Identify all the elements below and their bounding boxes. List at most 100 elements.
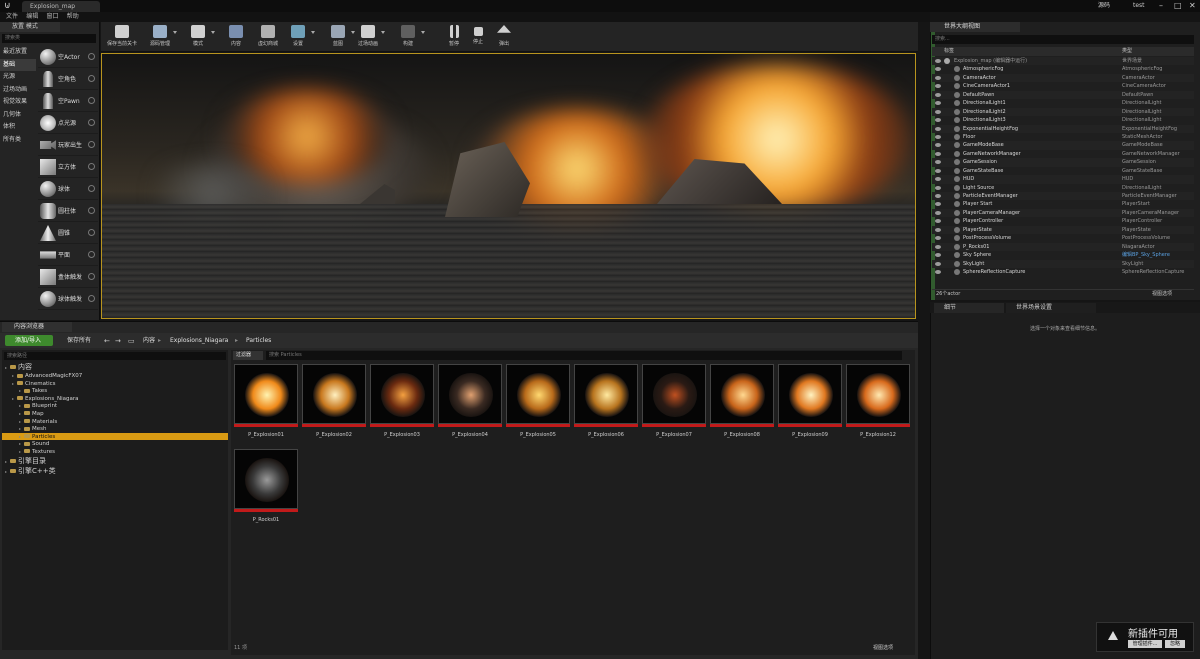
filter-button[interactable]: 过滤器 — [233, 351, 263, 360]
visibility-eye-icon[interactable] — [935, 151, 941, 156]
asset-tile[interactable]: P_Explosion01 — [234, 364, 298, 438]
visibility-eye-icon[interactable] — [935, 67, 941, 72]
visibility-eye-icon[interactable] — [935, 269, 941, 274]
asset-tile[interactable]: P_Explosion09 — [778, 364, 842, 438]
outliner-row[interactable]: DefaultPawn DefaultPawn — [932, 90, 1194, 100]
visibility-eye-icon[interactable] — [935, 185, 941, 190]
outliner-row[interactable]: Sky Sphere 编辑BP_Sky_Sphere — [932, 251, 1194, 259]
visibility-eye-icon[interactable] — [935, 210, 941, 215]
outliner-row[interactable]: DirectionalLight1 DirectionalLight — [932, 99, 1194, 107]
outliner-row-type[interactable]: 编辑BP_Sky_Sphere — [1122, 251, 1170, 259]
level-tab[interactable]: Explosion_map — [22, 1, 100, 12]
visibility-eye-icon[interactable] — [935, 244, 941, 249]
tab-details[interactable]: 细节 — [934, 303, 1004, 313]
mode-item[interactable]: 圆锥 — [38, 222, 98, 244]
folder-tree-item[interactable]: ▸ Textures — [2, 448, 228, 456]
mode-item[interactable]: 球体 — [38, 178, 98, 200]
chevron-down-icon[interactable] — [381, 31, 385, 34]
source-control-indicator[interactable]: 源码 — [1098, 1, 1110, 11]
outliner-row[interactable]: GameSession GameSession — [932, 158, 1194, 167]
visibility-eye-icon[interactable] — [935, 194, 941, 198]
outliner-row[interactable]: SphereReflectionCapture SphereReflectionC… — [932, 268, 1194, 276]
outliner-row[interactable]: DirectionalLight3 DirectionalLight — [932, 116, 1194, 124]
menu-window[interactable]: 窗口 — [47, 12, 59, 22]
outliner-col-label[interactable]: 标签 — [944, 47, 954, 56]
outliner-row[interactable]: SkyLight SkyLight — [932, 259, 1194, 268]
marketplace-button[interactable]: 虚幻商城 — [251, 23, 285, 51]
visibility-eye-icon[interactable] — [935, 75, 941, 80]
outliner-row[interactable]: ExponentialHeightFog ExponentialHeightFog — [932, 124, 1194, 133]
manage-plugins-button[interactable]: 管理插件... — [1128, 640, 1162, 648]
asset-tile[interactable]: P_Explosion12 — [846, 364, 910, 438]
add-import-button[interactable]: 添加/导入 — [5, 335, 53, 346]
mode-item[interactable]: 球体触发 — [38, 288, 98, 310]
outliner-row[interactable]: AtmosphericFog AtmosphericFog — [932, 65, 1194, 73]
outliner-row[interactable]: PostProcessVolume PostProcessVolume — [932, 234, 1194, 242]
folder-tree-item[interactable]: ▸ Cinematics — [2, 380, 228, 388]
folder-tree-item[interactable]: ▸ Takes — [2, 387, 228, 395]
mode-item[interactable]: 圆柱体 — [38, 200, 98, 222]
chevron-down-icon[interactable] — [311, 31, 315, 34]
build-button[interactable]: 构建 — [391, 23, 425, 51]
mode-category-4[interactable]: 视觉效果 — [0, 96, 36, 109]
visibility-eye-icon[interactable] — [935, 219, 941, 224]
chevron-down-icon[interactable] — [421, 31, 425, 34]
mode-category-1[interactable]: 基础 — [0, 58, 36, 71]
outliner-search-input[interactable]: 搜索... — [932, 35, 1194, 44]
visibility-eye-icon[interactable] — [935, 126, 941, 131]
asset-tile[interactable]: P_Explosion02 — [302, 364, 366, 438]
outliner-view-options[interactable]: 视图选项 — [1152, 290, 1172, 299]
nav-back-icon[interactable]: ← — [104, 337, 110, 345]
visibility-eye-icon[interactable] — [935, 92, 941, 97]
tab-world-settings[interactable]: 世界场景设置 — [1006, 303, 1096, 313]
folder-tree-item[interactable]: ▸ 内容 — [2, 362, 228, 372]
visibility-eye-icon[interactable] — [935, 84, 941, 89]
outliner-row[interactable]: PlayerCameraManager PlayerCameraManager — [932, 208, 1194, 218]
folder-tree-item[interactable]: ▸ Materials — [2, 418, 228, 426]
mode-item[interactable]: 点光源 — [38, 112, 98, 134]
settings-button[interactable]: 设置 — [281, 23, 315, 51]
visibility-eye-icon[interactable] — [935, 101, 941, 106]
level-viewport[interactable] — [101, 53, 916, 319]
folder-tree-item[interactable]: ▸ 引擎C++类 — [2, 466, 228, 476]
outliner-row[interactable]: ParticleEventManager ParticleEventManager — [932, 192, 1194, 201]
mode-item[interactable]: 空Pawn — [38, 90, 98, 112]
visibility-eye-icon[interactable] — [935, 109, 941, 114]
asset-tile[interactable]: P_Explosion03 — [370, 364, 434, 438]
folder-tree-item[interactable]: ▸ 引擎目录 — [2, 456, 228, 466]
outliner-row[interactable]: CameraActor CameraActor — [932, 73, 1194, 83]
nav-forward-icon[interactable]: → — [115, 337, 121, 345]
mode-item[interactable]: 玩家出生 — [38, 134, 98, 156]
visibility-eye-icon[interactable] — [935, 143, 941, 148]
mode-category-7[interactable]: 所有类 — [0, 134, 36, 147]
mode-item[interactable]: 平面 — [38, 244, 98, 266]
visibility-eye-icon[interactable] — [935, 261, 941, 266]
asset-tile[interactable]: P_Explosion05 — [506, 364, 570, 438]
outliner-row[interactable]: PlayerState PlayerState — [932, 225, 1194, 235]
dismiss-button[interactable]: 忽略 — [1165, 640, 1185, 648]
outliner-row[interactable]: Player Start PlayerStart — [932, 200, 1194, 208]
outliner-row[interactable]: PlayerController PlayerController — [932, 217, 1194, 225]
modes-button[interactable]: 模式 — [181, 23, 215, 51]
outliner-row[interactable]: CineCameraActor1 CineCameraActor — [932, 82, 1194, 90]
outliner-row[interactable]: P_Rocks01 NiagaraActor — [932, 242, 1194, 252]
save-all-button[interactable]: 保存所有 — [58, 335, 98, 346]
visibility-eye-icon[interactable] — [935, 160, 941, 165]
asset-tile[interactable]: P_Rocks01 — [234, 449, 298, 523]
asset-search-input[interactable]: 搜索 Particles — [266, 351, 902, 360]
folder-tree-item[interactable]: ▸ Map — [2, 410, 228, 418]
outliner-tab[interactable]: 世界大纲视图 — [930, 22, 1020, 32]
mode-category-2[interactable]: 光源 — [0, 71, 36, 84]
modes-search-input[interactable]: 搜索类 — [2, 34, 96, 43]
cinematics-button[interactable]: 过场动画 — [351, 23, 385, 51]
outliner-row[interactable]: Light Source DirectionalLight — [932, 184, 1194, 192]
visibility-eye-icon[interactable] — [935, 236, 941, 241]
mode-category-6[interactable]: 体积 — [0, 121, 36, 134]
visibility-eye-icon[interactable] — [935, 118, 941, 123]
folder-tree-item[interactable]: ▸ Particles — [2, 432, 228, 441]
mode-item[interactable]: 立方体 — [38, 156, 98, 178]
asset-tile[interactable]: P_Explosion07 — [642, 364, 706, 438]
folder-tree-item[interactable]: ▸ Blueprint — [2, 402, 228, 410]
asset-tile[interactable]: P_Explosion06 — [574, 364, 638, 438]
visibility-eye-icon[interactable] — [935, 134, 941, 139]
